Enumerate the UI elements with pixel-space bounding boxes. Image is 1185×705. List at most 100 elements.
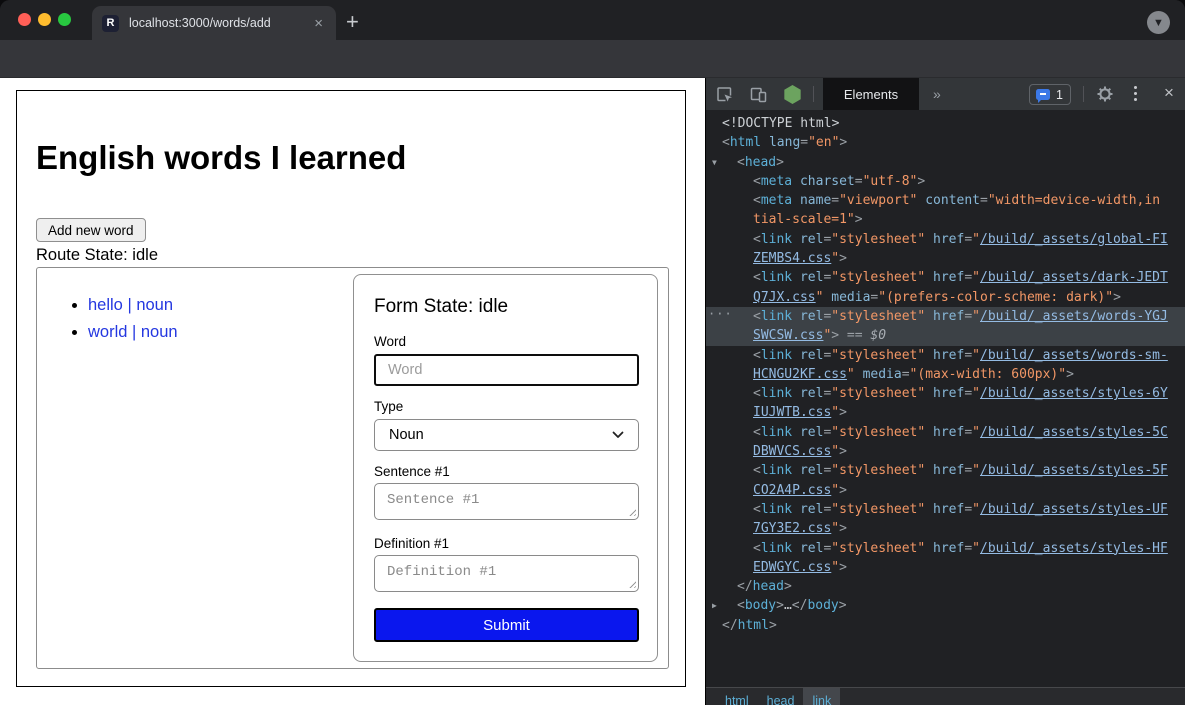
code-line[interactable]: SWCSW.css"> == $0 [706,326,1185,345]
code-line[interactable]: <link rel="stylesheet" href="/build/_ass… [706,268,1185,287]
stylesheet-link[interactable]: /build/_assets/styles-5C [980,425,1168,440]
code-line[interactable]: ▶<body>…</body> [706,596,1185,615]
code-token: html [738,618,769,633]
type-label: Type [374,399,403,414]
stylesheet-link[interactable]: /build/_assets/styles-UF [980,502,1168,517]
code-token: link [761,463,792,478]
code-line[interactable]: ···<link rel="stylesheet" href="/build/_… [706,307,1185,326]
settings-gear-icon[interactable] [1096,85,1114,103]
definition-label: Definition #1 [374,536,449,551]
code-line[interactable]: <link rel="stylesheet" href="/build/_ass… [706,346,1185,365]
stylesheet-link[interactable]: EDWGYC.css [753,560,831,575]
code-token: > [1113,290,1121,305]
code-line[interactable]: CO2A4P.css"> [706,481,1185,500]
stylesheet-link[interactable]: SWCSW.css [753,328,823,343]
tab-close-icon[interactable]: × [311,15,326,32]
inspect-element-icon[interactable] [715,85,734,104]
breadcrumb-item-head[interactable]: head [758,688,804,705]
code-token: < [737,598,745,613]
elements-tree[interactable]: <!DOCTYPE html><html lang="en">▼<head><m… [706,110,1185,687]
submit-button[interactable]: Submit [374,608,639,642]
stylesheet-link[interactable]: 7GY3E2.css [753,521,831,536]
code-token: "stylesheet" [831,270,925,285]
code-line[interactable]: </html> [706,616,1185,635]
tab-search-button[interactable]: ▼ [1147,11,1170,34]
divider [1083,86,1084,102]
stylesheet-link[interactable]: /build/_assets/dark-JEDT [980,270,1168,285]
stylesheet-link[interactable]: CO2A4P.css [753,483,831,498]
code-line[interactable]: <link rel="stylesheet" href="/build/_ass… [706,539,1185,558]
code-line[interactable]: <link rel="stylesheet" href="/build/_ass… [706,230,1185,249]
code-token: < [753,193,761,208]
breadcrumb-item-html[interactable]: html [716,688,758,705]
word-input[interactable] [374,354,639,386]
more-tabs-icon[interactable]: » [933,86,941,102]
stylesheet-link[interactable]: HCNGU2KF.css [753,367,847,382]
collapse-arrow-icon[interactable]: ▶ [712,596,717,615]
code-token: rel [792,425,823,440]
stylesheet-link[interactable]: /build/_assets/words-sm- [980,348,1168,363]
code-line[interactable]: DBWVCS.css"> [706,442,1185,461]
stylesheet-link[interactable]: ZEMBS4.css [753,251,831,266]
code-line[interactable]: ▼<head> [706,153,1185,172]
code-token: > [831,328,839,343]
devtools-menu-icon[interactable] [1134,86,1137,101]
code-token: = [964,270,972,285]
code-line[interactable]: EDWGYC.css"> [706,558,1185,577]
issues-badge[interactable]: 1 [1029,84,1071,105]
browser-toolbar: localhost:3000/words/add ☆ Incognito [0,40,1185,78]
code-token: href [925,309,964,324]
code-token: > [917,174,925,189]
stylesheet-link[interactable]: /build/_assets/styles-5F [980,463,1168,478]
code-line[interactable]: <meta charset="utf-8"> [706,172,1185,191]
code-token: = [964,232,972,247]
stylesheet-link[interactable]: DBWVCS.css [753,444,831,459]
add-new-word-button[interactable]: Add new word [36,218,146,242]
code-token: > [839,521,847,536]
breadcrumb-item-link[interactable]: link [803,688,840,705]
stylesheet-link[interactable]: Q7JX.css [753,290,816,305]
type-select[interactable]: Noun [374,419,639,451]
code-token: "(max-width: 600px)" [910,367,1067,382]
code-line[interactable]: tial-scale=1"> [706,210,1185,229]
stylesheet-link[interactable]: /build/_assets/styles-6Y [980,386,1168,401]
code-line[interactable]: Q7JX.css" media="(prefers-color-scheme: … [706,288,1185,307]
stylesheet-link[interactable]: /build/_assets/words-YGJ [980,309,1168,324]
code-line[interactable]: 7GY3E2.css"> [706,519,1185,538]
device-toolbar-icon[interactable] [749,85,768,104]
code-token: < [753,386,761,401]
code-line[interactable]: </head> [706,577,1185,596]
tab-elements[interactable]: Elements [823,78,919,110]
extension-hexagon-icon[interactable] [783,85,802,104]
code-line[interactable]: <link rel="stylesheet" href="/build/_ass… [706,500,1185,519]
definition-textarea[interactable] [374,555,639,592]
code-line[interactable]: HCNGU2KF.css" media="(max-width: 600px)"… [706,365,1185,384]
devtools-close-icon[interactable]: × [1164,83,1174,103]
stylesheet-link[interactable]: /build/_assets/styles-HF [980,541,1168,556]
sentence-label: Sentence #1 [374,464,450,479]
expand-arrow-icon[interactable]: ▼ [712,153,717,172]
window-zoom-button[interactable] [58,13,71,26]
line-options-icon[interactable]: ··· [708,307,733,324]
code-line[interactable]: ZEMBS4.css"> [706,249,1185,268]
code-line[interactable]: <link rel="stylesheet" href="/build/_ass… [706,461,1185,480]
word-link[interactable]: world | noun [88,323,178,341]
code-line[interactable]: IUJWTB.css"> [706,403,1185,422]
code-line[interactable]: <link rel="stylesheet" href="/build/_ass… [706,423,1185,442]
code-line[interactable]: <html lang="en"> [706,133,1185,152]
browser-tab[interactable]: R localhost:3000/words/add × [92,6,336,40]
code-token: > [776,155,784,170]
window-close-button[interactable] [18,13,31,26]
word-link[interactable]: hello | noun [88,296,173,314]
code-token: = [964,502,972,517]
word-label: Word [374,334,406,349]
stylesheet-link[interactable]: /build/_assets/global-FI [980,232,1168,247]
window-minimize-button[interactable] [38,13,51,26]
new-tab-button[interactable]: + [346,9,359,35]
sentence-textarea[interactable] [374,483,639,520]
code-line[interactable]: <link rel="stylesheet" href="/build/_ass… [706,384,1185,403]
code-token: = [800,135,808,150]
code-line[interactable]: <meta name="viewport" content="width=dev… [706,191,1185,210]
code-line[interactable]: <!DOCTYPE html> [706,114,1185,133]
stylesheet-link[interactable]: IUJWTB.css [753,405,831,420]
